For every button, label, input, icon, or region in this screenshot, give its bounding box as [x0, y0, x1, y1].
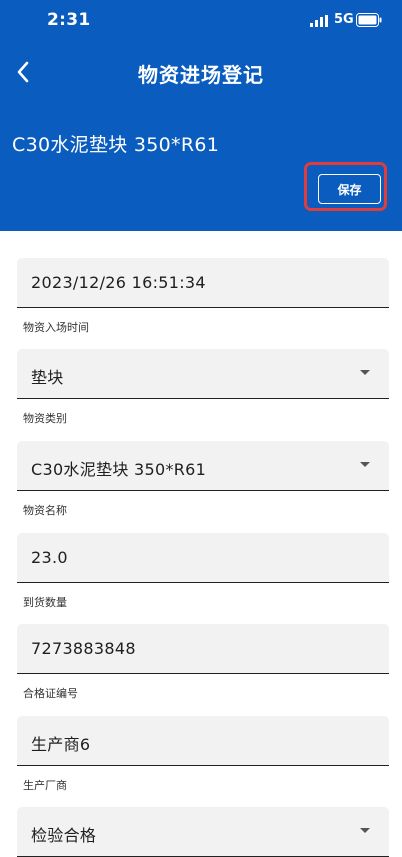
page-title: 物资进场登记 — [138, 63, 264, 87]
manufacturer-value: 生产商6 — [31, 735, 91, 754]
entry-time-value: 2023/12/26 16:51:34 — [31, 273, 206, 292]
status-time: 2:31 — [47, 10, 91, 30]
category-label: 物资类别 — [23, 412, 67, 425]
material-name-label: 物资名称 — [23, 504, 67, 517]
dropdown-arrow-icon — [360, 462, 370, 467]
entry-time-input[interactable]: 2023/12/26 16:51:34 — [17, 258, 389, 308]
field-category: 垫块 物资类别 — [17, 349, 389, 425]
quantity-value: 23.0 — [31, 548, 68, 567]
field-material-name: C30水泥垫块 350*R61 物资名称 — [17, 441, 389, 517]
material-title: C30水泥垫块 350*R61 — [12, 134, 220, 156]
quantity-label: 到货数量 — [23, 596, 67, 609]
certificate-no-value: 7273883848 — [31, 639, 136, 658]
category-value: 垫块 — [31, 368, 64, 387]
dropdown-arrow-icon — [360, 370, 370, 375]
manufacturer-label: 生产厂商 — [23, 779, 67, 792]
inspection-value: 检验合格 — [31, 826, 97, 845]
certificate-no-label: 合格证编号 — [23, 687, 78, 700]
dropdown-arrow-icon — [360, 828, 370, 833]
quantity-input[interactable]: 23.0 — [17, 533, 389, 583]
material-name-value: C30水泥垫块 350*R61 — [31, 460, 207, 479]
entry-time-label: 物资入场时间 — [23, 321, 89, 334]
signal-icon — [310, 15, 328, 27]
battery-icon — [356, 13, 382, 27]
app-header: 2:31 5G 物资进场登记 C30水泥垫块 350*R61 保存 — [0, 0, 402, 231]
category-select[interactable]: 垫块 — [17, 349, 389, 399]
field-quantity: 23.0 到货数量 — [17, 533, 389, 609]
manufacturer-input[interactable]: 生产商6 — [17, 716, 389, 766]
save-button[interactable]: 保存 — [318, 174, 381, 204]
field-certificate-no: 7273883848 合格证编号 — [17, 624, 389, 700]
field-entry-time: 2023/12/26 16:51:34 物资入场时间 — [17, 258, 389, 334]
network-label: 5G — [334, 12, 354, 27]
status-bar: 2:31 5G — [0, 0, 402, 40]
field-manufacturer: 生产商6 生产厂商 — [17, 716, 389, 792]
material-name-select[interactable]: C30水泥垫块 350*R61 — [17, 441, 389, 491]
certificate-no-input[interactable]: 7273883848 — [17, 624, 389, 674]
